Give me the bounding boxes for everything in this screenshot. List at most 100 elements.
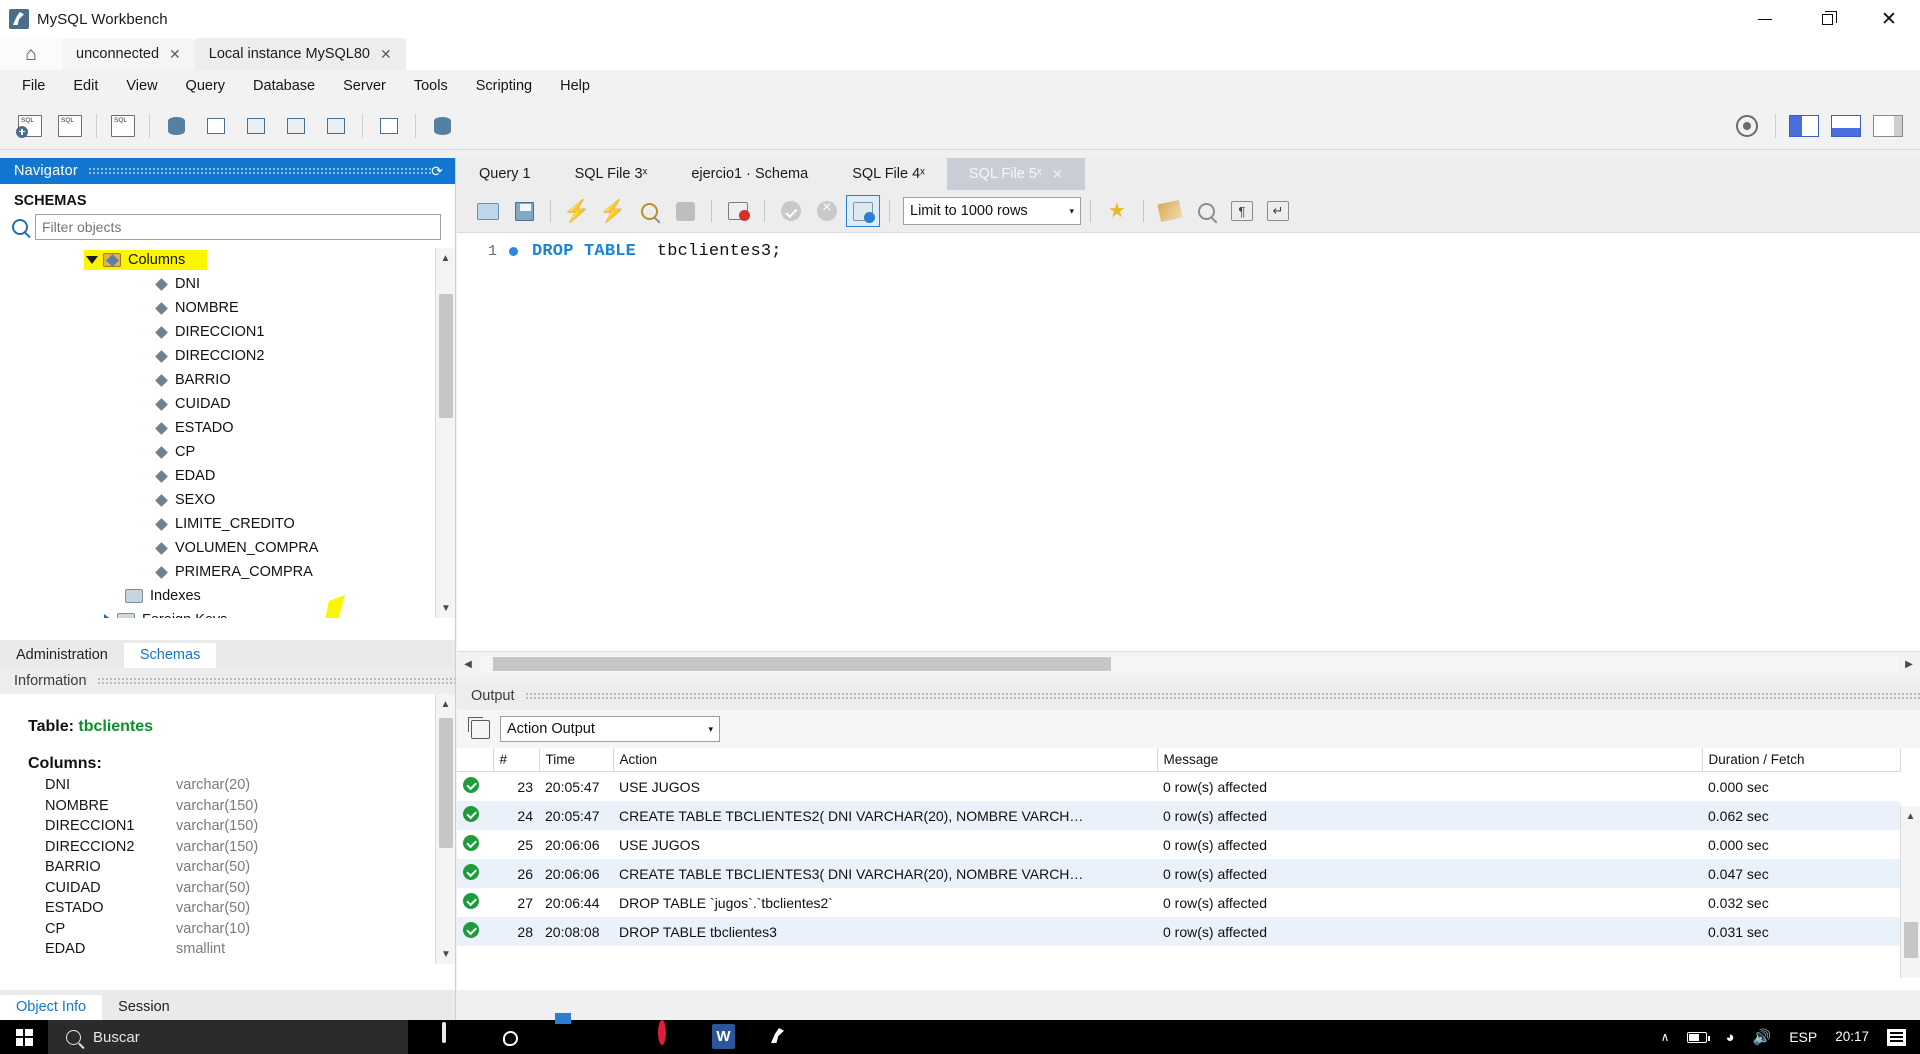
scroll-left-icon[interactable]: ◀ <box>457 659 479 670</box>
scroll-right-icon[interactable]: ▶ <box>1898 659 1920 670</box>
scroll-thumb[interactable] <box>439 718 453 848</box>
tree-item-edad[interactable]: EDAD <box>0 464 455 488</box>
copy-icon[interactable] <box>468 716 490 739</box>
output-scrollbar[interactable]: ▲ <box>1900 806 1920 978</box>
tree-item-direccion2[interactable]: DIRECCION2 <box>0 344 455 368</box>
menu-help[interactable]: Help <box>546 74 604 98</box>
menu-file[interactable]: File <box>8 74 59 98</box>
col-duration[interactable]: Duration / Fetch <box>1702 748 1901 772</box>
maximize-button[interactable] <box>1796 0 1858 38</box>
tab-sql-file-3[interactable]: SQL File 3ˣ <box>553 158 670 190</box>
close-button[interactable]: ✕ <box>1858 0 1920 38</box>
scroll-thumb[interactable] <box>439 294 453 418</box>
table-row[interactable]: 25 20:06:06 USE JUGOS 0 row(s) affected … <box>457 830 1900 859</box>
tab-schemas[interactable]: Schemas <box>123 643 217 668</box>
open-file-icon[interactable] <box>471 195 505 227</box>
new-stored-procedure-icon[interactable] <box>276 108 316 144</box>
scroll-down-icon[interactable]: ▼ <box>436 944 456 964</box>
close-icon[interactable]: ✕ <box>169 46 181 63</box>
task-view-icon[interactable] <box>442 1022 468 1050</box>
statement-marker-icon[interactable] <box>509 246 518 256</box>
new-view-icon[interactable] <box>236 108 276 144</box>
taskbar-clock[interactable]: 20:17 <box>1835 1029 1869 1044</box>
scroll-thumb[interactable] <box>1904 922 1918 958</box>
refresh-icon[interactable]: ⟳ <box>431 163 443 180</box>
tree-item-estado[interactable]: ESTADO <box>0 416 455 440</box>
opera-icon[interactable] <box>658 1020 684 1050</box>
execute-current-statement-icon[interactable]: ⚡ <box>596 195 630 227</box>
scroll-track[interactable] <box>479 656 1898 672</box>
table-row[interactable]: 23 20:05:47 USE JUGOS 0 row(s) affected … <box>457 772 1900 802</box>
close-icon[interactable]: ✕ <box>1052 166 1064 183</box>
toggle-secondary-sidebar-icon[interactable] <box>1868 108 1908 144</box>
close-icon[interactable]: ✕ <box>380 46 392 63</box>
col-message[interactable]: Message <box>1157 748 1703 772</box>
windows-start-icon[interactable] <box>0 1020 48 1054</box>
tab-session[interactable]: Session <box>102 995 186 1020</box>
tree-item-nombre[interactable]: NOMBRE <box>0 296 455 320</box>
minimize-button[interactable] <box>1734 0 1796 38</box>
open-sql-script-icon[interactable] <box>50 108 90 144</box>
scroll-up-icon[interactable]: ▲ <box>1901 806 1920 826</box>
scroll-down-icon[interactable]: ▼ <box>436 598 455 618</box>
rollback-icon[interactable] <box>810 195 844 227</box>
chevron-right-icon[interactable] <box>104 614 112 618</box>
menu-scripting[interactable]: Scripting <box>462 74 546 98</box>
whatsapp-icon[interactable] <box>496 1024 522 1050</box>
auto-commit-icon[interactable] <box>846 195 880 227</box>
table-row[interactable]: 28 20:08:08 DROP TABLE tbclientes3 0 row… <box>457 917 1900 946</box>
chevron-down-icon[interactable] <box>86 256 98 264</box>
reconnect-dbms-icon[interactable] <box>422 108 462 144</box>
sql-editor[interactable]: 1 DROP TABLE tbclientes3; <box>457 232 1920 652</box>
notification-icon[interactable] <box>1887 1028 1906 1046</box>
col-time[interactable]: Time <box>539 748 614 772</box>
home-tab[interactable]: ⌂ <box>0 38 62 70</box>
menu-query[interactable]: Query <box>172 74 240 98</box>
tree-item-sexo[interactable]: SEXO <box>0 488 455 512</box>
battery-icon[interactable] <box>1687 1031 1711 1043</box>
scroll-up-icon[interactable]: ▲ <box>436 248 455 268</box>
menu-database[interactable]: Database <box>239 74 329 98</box>
table-row[interactable]: 26 20:06:06 CREATE TABLE TBCLIENTES3( DN… <box>457 859 1900 888</box>
tree-item-limite-credito[interactable]: LIMITE_CREDITO <box>0 512 455 536</box>
scroll-thumb[interactable] <box>493 657 1111 671</box>
language-indicator[interactable]: ESP <box>1789 1029 1817 1045</box>
explain-icon[interactable] <box>632 195 666 227</box>
information-scrollbar[interactable]: ▲ ▼ <box>435 694 455 964</box>
menu-view[interactable]: View <box>112 74 171 98</box>
toggle-output-icon[interactable] <box>1826 108 1866 144</box>
menu-tools[interactable]: Tools <box>400 74 462 98</box>
commit-icon[interactable] <box>774 195 808 227</box>
col-action[interactable]: Action <box>613 748 1158 772</box>
find-icon[interactable] <box>1189 195 1223 227</box>
tree-item-primera-compra[interactable]: PRIMERA_COMPRA <box>0 560 455 584</box>
edge-icon[interactable] <box>604 1024 630 1050</box>
file-explorer-icon[interactable] <box>550 1024 576 1050</box>
beautify-broom-icon[interactable] <box>1153 195 1187 227</box>
tree-item-indexes[interactable]: Indexes <box>0 584 455 608</box>
editor-horizontal-scrollbar[interactable]: ◀ ▶ <box>457 652 1920 676</box>
connection-tab-unconnected[interactable]: unconnected ✕ <box>62 38 195 70</box>
save-file-icon[interactable] <box>507 195 541 227</box>
col-number[interactable]: # <box>493 748 540 772</box>
new-function-icon[interactable] <box>316 108 356 144</box>
table-row[interactable]: 27 20:06:44 DROP TABLE `jugos`.`tbclient… <box>457 888 1900 917</box>
new-table-icon[interactable] <box>196 108 236 144</box>
table-row[interactable]: 24 20:05:47 CREATE TABLE TBCLIENTES2( DN… <box>457 801 1900 830</box>
table-data-search-icon[interactable] <box>369 108 409 144</box>
tab-query-1[interactable]: Query 1 <box>457 158 553 190</box>
tree-item-dni[interactable]: DNI <box>0 272 455 296</box>
connection-tab-local-instance[interactable]: Local instance MySQL80 ✕ <box>194 38 406 70</box>
gear-icon[interactable] <box>1727 108 1767 144</box>
stop-icon[interactable] <box>668 195 702 227</box>
filter-objects-input[interactable] <box>35 214 441 240</box>
snippets-star-icon[interactable]: ★ <box>1100 195 1134 227</box>
tree-item-barrio[interactable]: BARRIO <box>0 368 455 392</box>
word-icon[interactable]: W <box>712 1024 738 1050</box>
tree-item-volumen-compra[interactable]: VOLUMEN_COMPRA <box>0 536 455 560</box>
toggle-breakpoint-icon[interactable] <box>721 195 755 227</box>
new-schema-icon[interactable] <box>156 108 196 144</box>
connection-info-icon[interactable] <box>103 108 143 144</box>
new-sql-tab-icon[interactable] <box>10 108 50 144</box>
volume-icon[interactable]: 🔊 <box>1753 1028 1772 1046</box>
